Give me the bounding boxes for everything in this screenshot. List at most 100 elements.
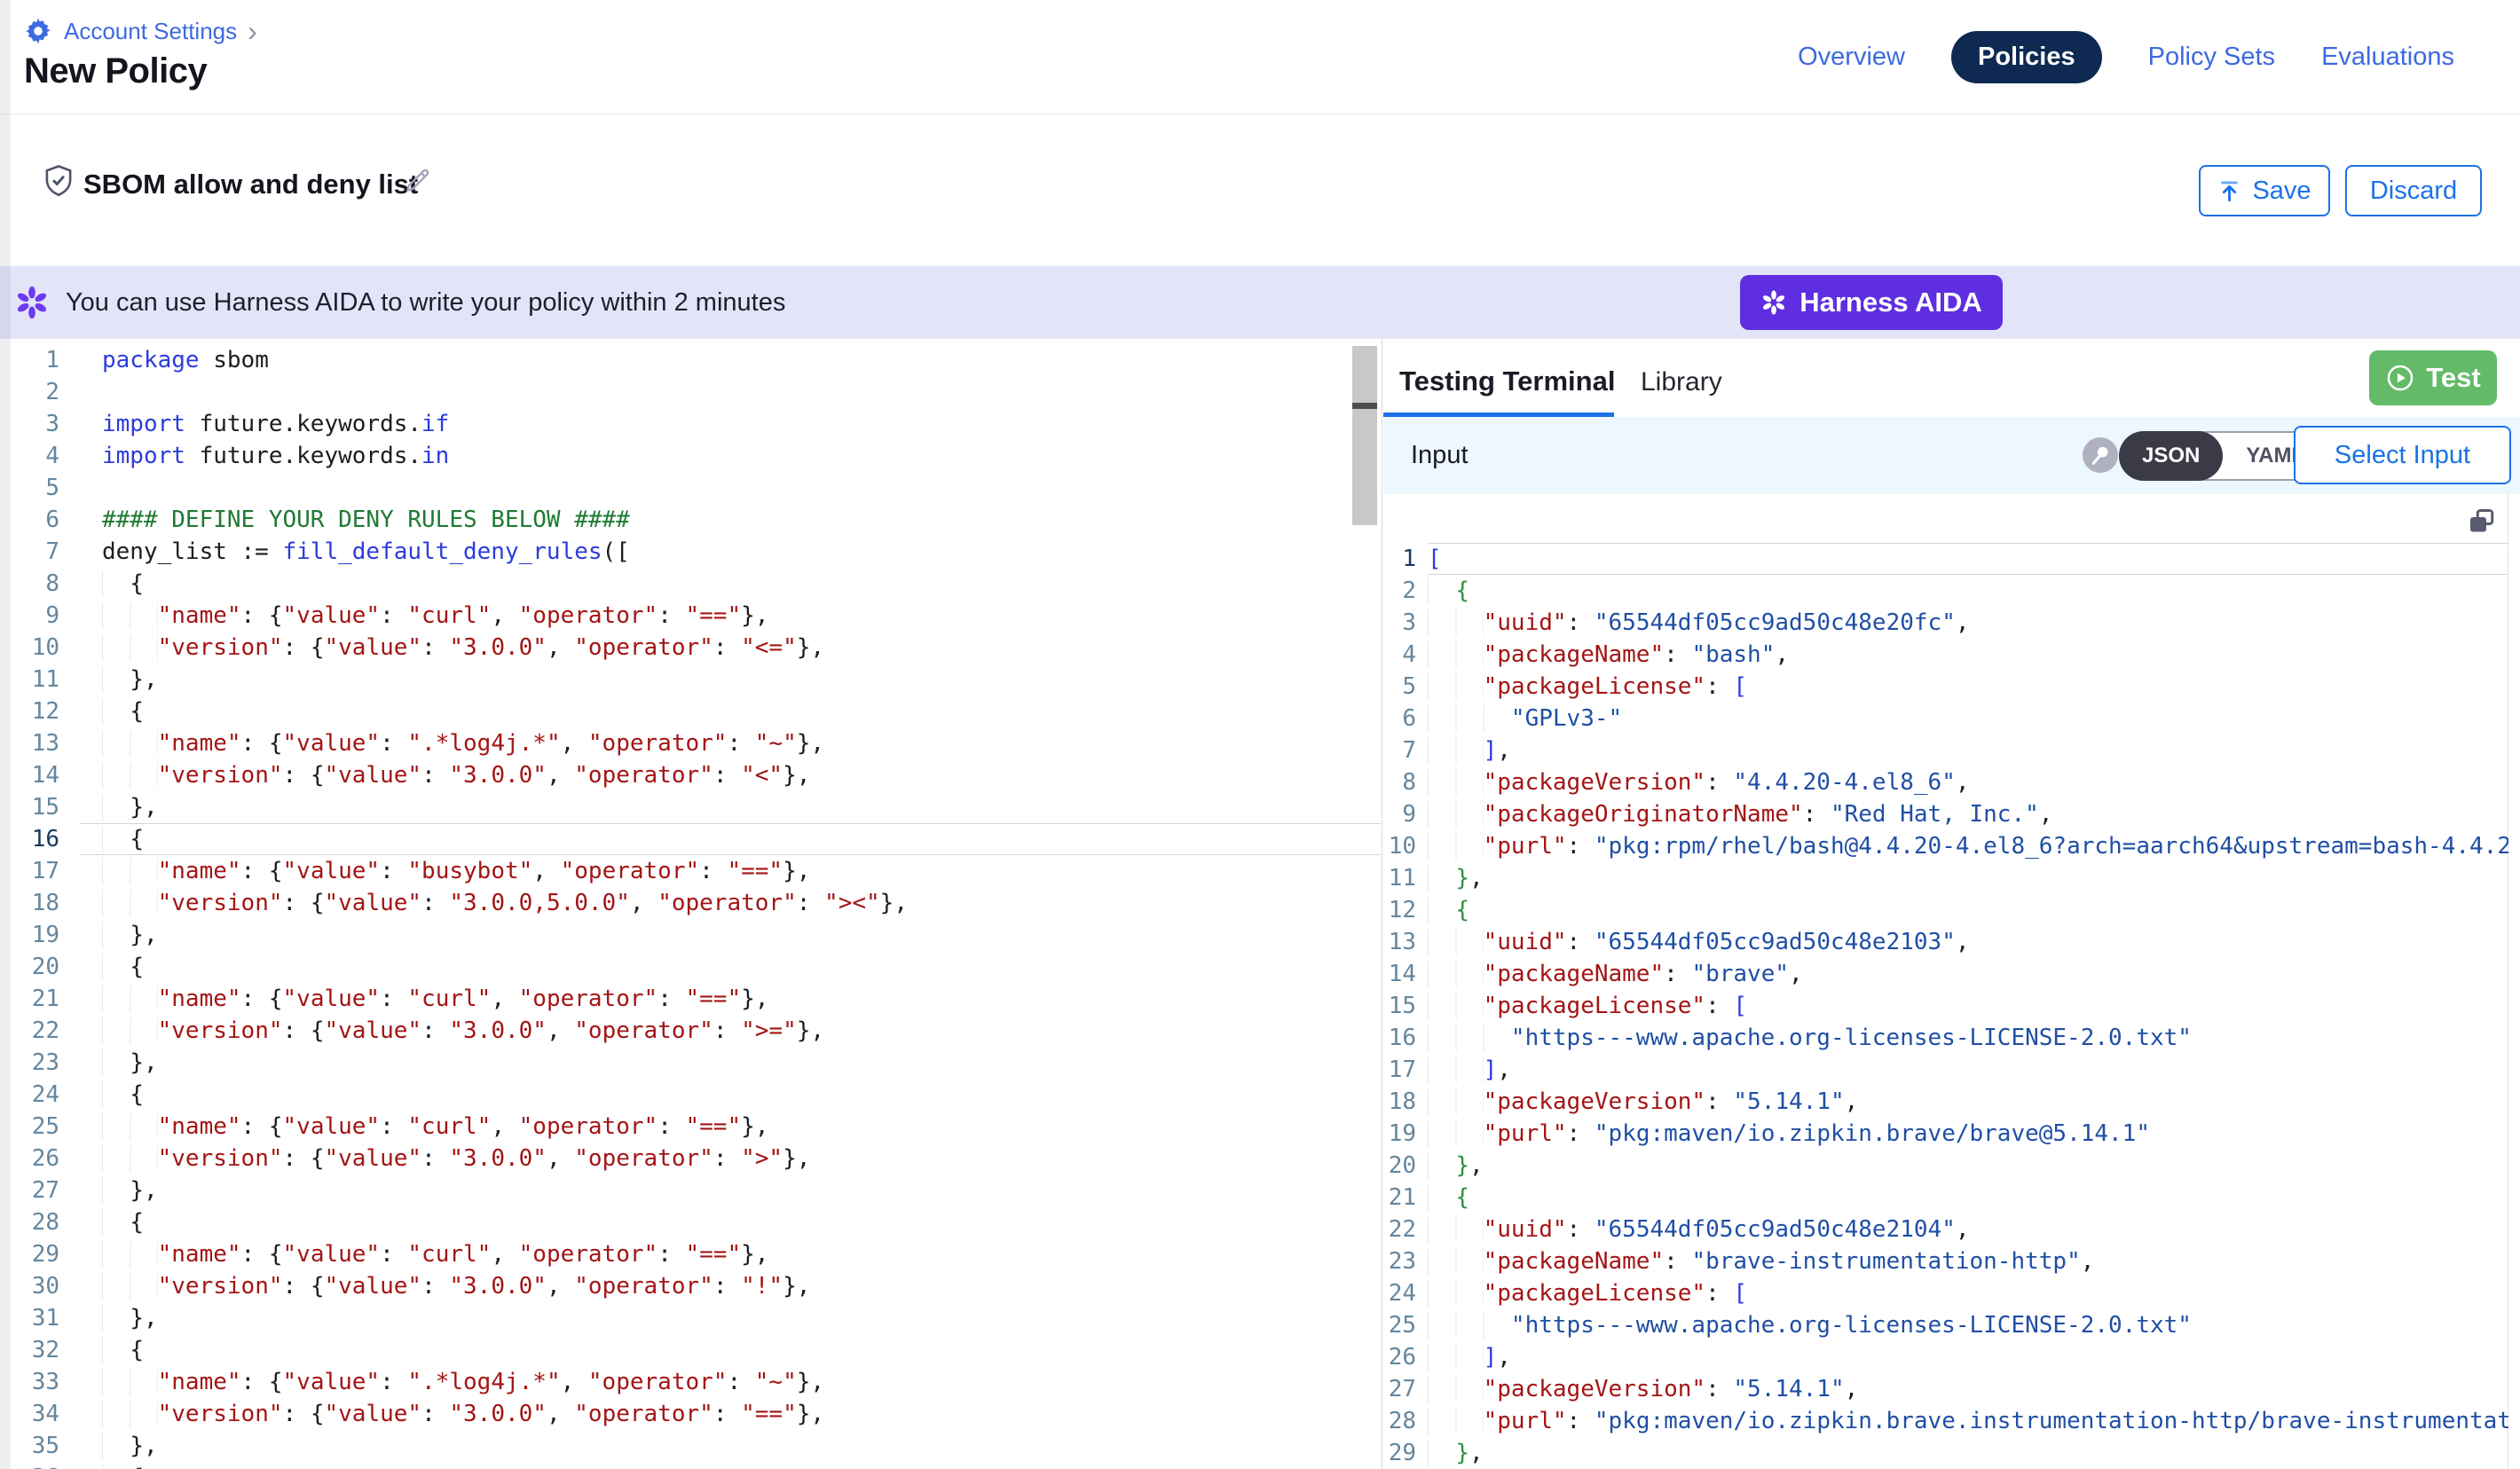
code-line[interactable]: 33 "name": {"value": ".*log4j.*", "opera…	[0, 1366, 1381, 1398]
pin-icon[interactable]	[2083, 437, 2118, 477]
breadcrumb-link-account-settings[interactable]: Account Settings	[64, 18, 237, 45]
code-line[interactable]: 28 {	[0, 1206, 1381, 1238]
code-line[interactable]: 11 },	[0, 664, 1381, 695]
code-line[interactable]: 20 {	[0, 951, 1381, 983]
code-line[interactable]: 1[	[1383, 543, 2508, 575]
code-line[interactable]: 9 "name": {"value": "curl", "operator": …	[0, 600, 1381, 632]
test-button[interactable]: Test	[2369, 350, 2497, 405]
code-line-text[interactable]: {	[1428, 894, 2508, 926]
code-line-text[interactable]: },	[1428, 1437, 2508, 1469]
code-line-text[interactable]: "name": {"value": "curl", "operator": "=…	[80, 1238, 1381, 1270]
code-line[interactable]: 3import future.keywords.if	[0, 408, 1381, 440]
code-line-text[interactable]: package sbom	[80, 344, 1381, 376]
tab-testing-terminal[interactable]: Testing Terminal	[1399, 365, 1615, 397]
code-line-text[interactable]: },	[80, 1047, 1381, 1079]
code-line[interactable]: 27 },	[0, 1174, 1381, 1206]
code-line[interactable]: 24 "packageLicense": [	[1383, 1277, 2508, 1309]
code-line[interactable]: 14 "packageName": "brave",	[1383, 958, 2508, 990]
code-line-text[interactable]: "version": {"value": "3.0.0", "operator"…	[80, 1398, 1381, 1430]
code-line[interactable]: 31 },	[0, 1302, 1381, 1334]
code-line-text[interactable]: },	[80, 1174, 1381, 1206]
format-option-json[interactable]: JSON	[2119, 431, 2223, 481]
code-line-text[interactable]: "packageLicense": [	[1428, 671, 2508, 703]
code-line[interactable]: 16 {	[0, 823, 1381, 855]
tab-library[interactable]: Library	[1641, 367, 1722, 397]
code-line[interactable]: 32 {	[0, 1334, 1381, 1366]
code-line[interactable]: 3 "uuid": "65544df05cc9ad50c48e20fc",	[1383, 607, 2508, 639]
code-line[interactable]: 10 "purl": "pkg:rpm/rhel/bash@4.4.20-4.e…	[1383, 830, 2508, 862]
code-line[interactable]: 18 "version": {"value": "3.0.0,5.0.0", "…	[0, 887, 1381, 919]
save-button[interactable]: Save	[2199, 165, 2330, 216]
code-line[interactable]: 35 },	[0, 1430, 1381, 1462]
code-line-text[interactable]: #### DEFINE YOUR DENY RULES BELOW ####	[80, 504, 1381, 536]
code-line-text[interactable]: "packageOriginatorName": "Red Hat, Inc."…	[1428, 798, 2508, 830]
code-line[interactable]: 15 "packageLicense": [	[1383, 990, 2508, 1022]
code-line[interactable]: 1package sbom	[0, 344, 1381, 376]
code-line[interactable]: 22 "uuid": "65544df05cc9ad50c48e2104",	[1383, 1214, 2508, 1245]
code-line[interactable]: 15 },	[0, 791, 1381, 823]
code-line[interactable]: 5	[0, 472, 1381, 504]
code-line-text[interactable]: {	[80, 1462, 1381, 1469]
tab-policies[interactable]: Policies	[1951, 31, 2102, 83]
code-line-text[interactable]: "packageName": "bash",	[1428, 639, 2508, 671]
code-line-text[interactable]: "purl": "pkg:maven/io.zipkin.brave.instr…	[1428, 1405, 2508, 1437]
code-line[interactable]: 21 "name": {"value": "curl", "operator":…	[0, 983, 1381, 1015]
code-line-text[interactable]: {	[80, 1334, 1381, 1366]
code-line[interactable]: 10 "version": {"value": "3.0.0", "operat…	[0, 632, 1381, 664]
code-line-text[interactable]: "https---www.apache.org-licenses-LICENSE…	[1428, 1022, 2508, 1054]
code-line-text[interactable]: "name": {"value": ".*log4j.*", "operator…	[80, 1366, 1381, 1398]
code-line[interactable]: 6 "GPLv3-"	[1383, 703, 2508, 734]
code-line[interactable]: 7 ],	[1383, 734, 2508, 766]
code-line[interactable]: 34 "version": {"value": "3.0.0", "operat…	[0, 1398, 1381, 1430]
code-line-text[interactable]: {	[80, 823, 1381, 855]
code-line-text[interactable]: "name": {"value": "curl", "operator": "=…	[80, 983, 1381, 1015]
code-line-text[interactable]: },	[80, 664, 1381, 695]
code-line[interactable]: 4 "packageName": "bash",	[1383, 639, 2508, 671]
code-line-text[interactable]: },	[80, 1430, 1381, 1462]
code-line-text[interactable]: "version": {"value": "3.0.0", "operator"…	[80, 1270, 1381, 1302]
code-line[interactable]: 19 },	[0, 919, 1381, 951]
code-line-text[interactable]: [	[1428, 543, 2508, 575]
code-line-text[interactable]: {	[80, 1079, 1381, 1111]
code-line-text[interactable]: {	[1428, 575, 2508, 607]
code-line-text[interactable]: {	[80, 568, 1381, 600]
code-line-text[interactable]: {	[1428, 1182, 2508, 1214]
code-line[interactable]: 24 {	[0, 1079, 1381, 1111]
code-line[interactable]: 30 "version": {"value": "3.0.0", "operat…	[0, 1270, 1381, 1302]
code-line-text[interactable]: "purl": "pkg:rpm/rhel/bash@4.4.20-4.el8_…	[1428, 830, 2508, 862]
code-line[interactable]: 26 ],	[1383, 1341, 2508, 1373]
code-line-text[interactable]: "name": {"value": ".*log4j.*", "operator…	[80, 727, 1381, 759]
code-line-text[interactable]: "uuid": "65544df05cc9ad50c48e2104",	[1428, 1214, 2508, 1245]
edit-pencil-icon[interactable]	[401, 165, 433, 201]
code-line[interactable]: 17 "name": {"value": "busybot", "operato…	[0, 855, 1381, 887]
code-line-text[interactable]	[80, 376, 1381, 408]
code-line-text[interactable]: },	[80, 1302, 1381, 1334]
code-line[interactable]: 25 "name": {"value": "curl", "operator":…	[0, 1111, 1381, 1143]
code-line[interactable]: 8 {	[0, 568, 1381, 600]
code-line-text[interactable]: "https---www.apache.org-licenses-LICENSE…	[1428, 1309, 2508, 1341]
code-line-text[interactable]	[80, 472, 1381, 504]
code-line[interactable]: 9 "packageOriginatorName": "Red Hat, Inc…	[1383, 798, 2508, 830]
code-line[interactable]: 20 },	[1383, 1150, 2508, 1182]
tab-policy-sets[interactable]: Policy Sets	[2148, 43, 2275, 72]
code-line[interactable]: 23 },	[0, 1047, 1381, 1079]
code-line-text[interactable]: import future.keywords.if	[80, 408, 1381, 440]
discard-button[interactable]: Discard	[2345, 165, 2482, 216]
code-line[interactable]: 14 "version": {"value": "3.0.0", "operat…	[0, 759, 1381, 791]
code-line-text[interactable]: },	[80, 919, 1381, 951]
code-line-text[interactable]: "packageName": "brave-instrumentation-ht…	[1428, 1245, 2508, 1277]
code-line-text[interactable]: "packageName": "brave",	[1428, 958, 2508, 990]
code-line-text[interactable]: },	[1428, 862, 2508, 894]
code-line-text[interactable]: "packageLicense": [	[1428, 1277, 2508, 1309]
code-line-text[interactable]: "version": {"value": "3.0.0", "operator"…	[80, 1143, 1381, 1174]
code-line[interactable]: 4import future.keywords.in	[0, 440, 1381, 472]
code-line-text[interactable]: "packageVersion": "5.14.1",	[1428, 1373, 2508, 1405]
code-line-text[interactable]: "version": {"value": "3.0.0,5.0.0", "ope…	[80, 887, 1381, 919]
code-line-text[interactable]: ],	[1428, 1341, 2508, 1373]
code-line[interactable]: 12 {	[1383, 894, 2508, 926]
policy-code-editor[interactable]: 1package sbom2 3import future.keywords.i…	[0, 339, 1381, 1469]
code-line[interactable]: 6#### DEFINE YOUR DENY RULES BELOW ####	[0, 504, 1381, 536]
code-line[interactable]: 21 {	[1383, 1182, 2508, 1214]
code-line-text[interactable]: "version": {"value": "3.0.0", "operator"…	[80, 632, 1381, 664]
code-line-text[interactable]: ],	[1428, 1054, 2508, 1086]
